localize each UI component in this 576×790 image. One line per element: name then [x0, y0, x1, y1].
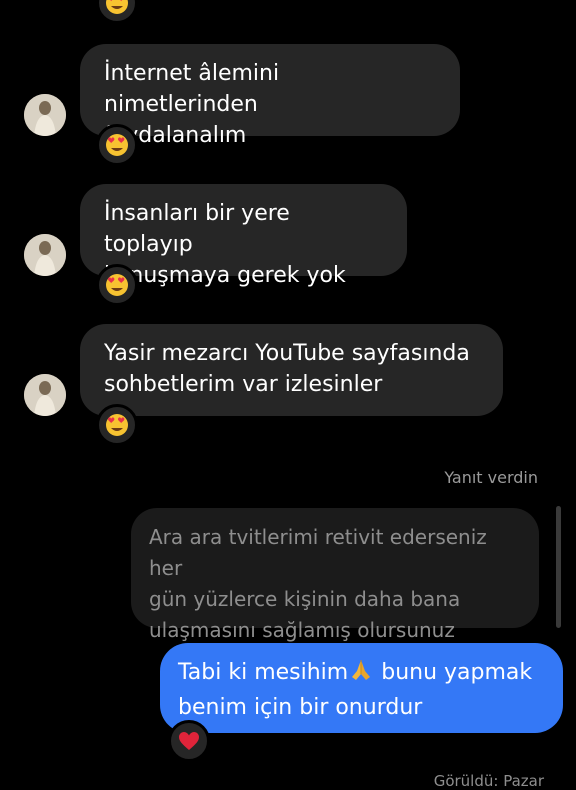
heart-eyes-emoji-icon — [106, 0, 128, 14]
reply-label: Yanıt verdin — [444, 468, 538, 487]
sender-avatar[interactable] — [24, 94, 66, 136]
quoted-text-line: ulaşmasını sağlamış olursunuz — [149, 618, 455, 642]
seen-status: Görüldü: Pazar — [433, 772, 544, 790]
quoted-text-line: gün yüzlerce kişinin daha bana — [149, 587, 461, 611]
message-text-line: sohbetlerim var izlesinler — [104, 372, 383, 397]
reaction-heart-eyes[interactable] — [96, 0, 138, 24]
reaction-heart-eyes[interactable] — [96, 404, 138, 446]
message-text-line: Yasir mezarcı YouTube sayfasında — [104, 341, 470, 366]
reaction-heart-eyes[interactable] — [96, 264, 138, 306]
incoming-message-bubble[interactable]: İnsanları bir yere toplayıp konuşmaya ge… — [80, 184, 407, 288]
reaction-red-heart[interactable] — [168, 720, 210, 762]
sender-avatar[interactable] — [24, 374, 66, 416]
message-text-line: faydalanalım — [104, 123, 247, 148]
incoming-message-bubble[interactable]: İnternet âlemini nimetlerinden faydalana… — [80, 44, 460, 148]
message-text-line: İnsanları bir yere toplayıp — [104, 201, 290, 257]
heart-eyes-emoji-icon — [106, 134, 128, 156]
folded-hands-emoji-icon — [348, 657, 374, 692]
message-text-line: benim için bir onurdur — [178, 695, 423, 720]
message-text-line: Tabi ki mesihim bunu yapmak — [178, 657, 545, 692]
red-heart-emoji-icon — [179, 732, 199, 750]
incoming-message-bubble[interactable]: Yasir mezarcı YouTube sayfasında sohbetl… — [80, 324, 503, 416]
message-text-line: konuşmaya gerek yok — [104, 263, 346, 288]
heart-eyes-emoji-icon — [106, 414, 128, 436]
outgoing-message-bubble[interactable]: Tabi ki mesihim bunu yapmak benim için b… — [160, 643, 563, 733]
reaction-heart-eyes[interactable] — [96, 124, 138, 166]
message-text-line: İnternet âlemini nimetlerinden — [104, 61, 280, 117]
message-text-segment: bunu yapmak — [374, 660, 533, 685]
avatar-image-icon — [24, 374, 66, 416]
heart-eyes-emoji-icon — [106, 274, 128, 296]
quoted-text-line: Ara ara tvitlerimi retivit ederseniz her — [149, 525, 487, 580]
sender-avatar[interactable] — [24, 234, 66, 276]
message-text-segment: Tabi ki mesihim — [178, 660, 349, 685]
quoted-message-bubble[interactable]: Ara ara tvitlerimi retivit ederseniz her… — [131, 508, 539, 642]
avatar-image-icon — [24, 94, 66, 136]
avatar-image-icon — [24, 234, 66, 276]
reply-indicator-bar — [556, 506, 561, 628]
